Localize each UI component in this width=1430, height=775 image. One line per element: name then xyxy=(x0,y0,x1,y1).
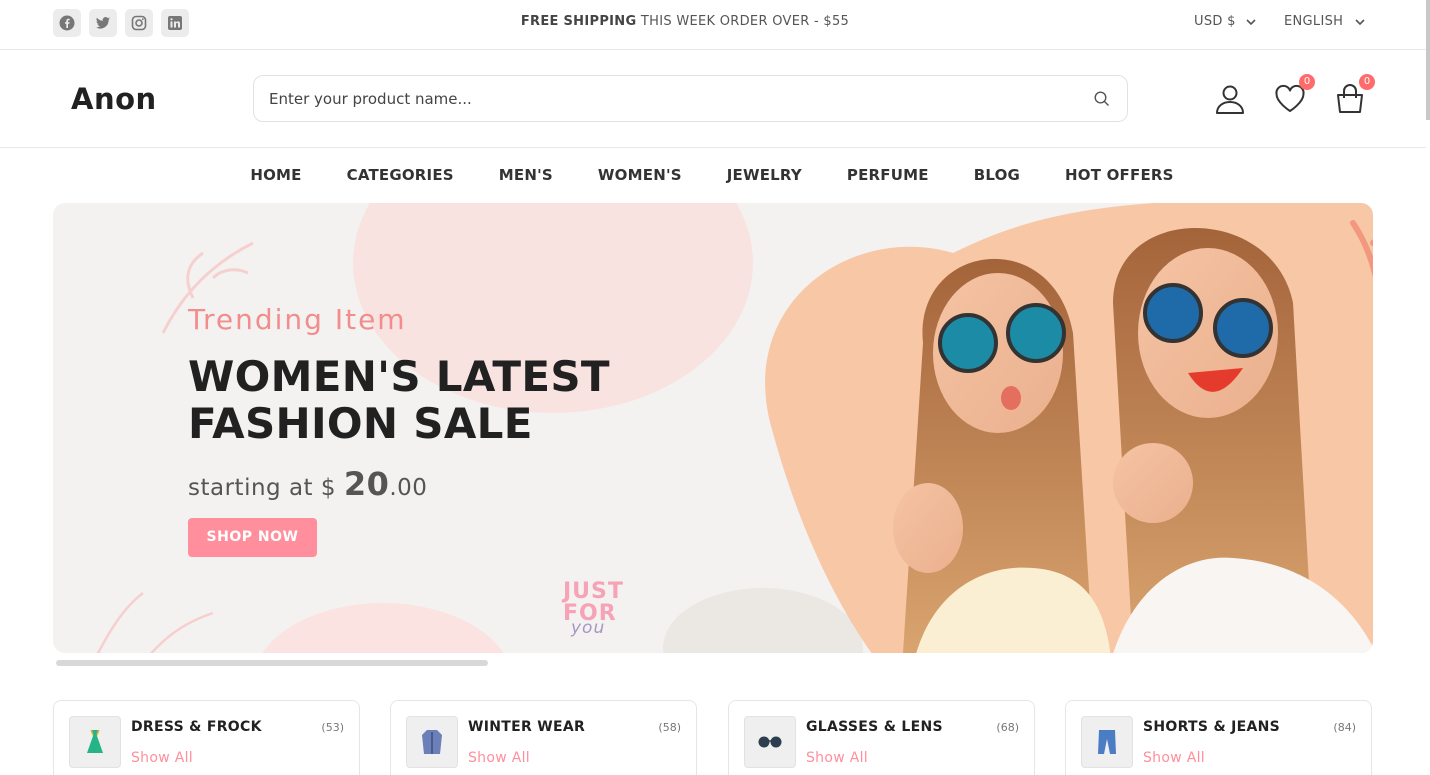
nav-hot-offers[interactable]: HOT OFFERS xyxy=(1065,148,1174,203)
badge-line: JUST xyxy=(563,579,624,604)
coat-icon xyxy=(406,716,458,768)
main-header: Anon 0 0 xyxy=(0,50,1426,148)
show-all-link[interactable]: Show All xyxy=(468,750,530,766)
category-count: (53) xyxy=(321,721,344,734)
wishlist-button[interactable]: 0 xyxy=(1273,74,1315,116)
category-card[interactable]: SHORTS & JEANS (84) Show All xyxy=(1065,700,1372,775)
category-count: (68) xyxy=(996,721,1019,734)
cart-button[interactable]: 0 xyxy=(1333,74,1375,116)
banner-title: WOMEN'S LATEST FASHION SALE xyxy=(188,352,610,448)
show-all-link[interactable]: Show All xyxy=(131,750,193,766)
shipping-promo: FREE SHIPPING THIS WEEK ORDER OVER - $55 xyxy=(0,14,1370,29)
currency-select[interactable]: USD $ xyxy=(1194,14,1256,29)
nav-blog[interactable]: BLOG xyxy=(974,148,1020,203)
just-for-you-badge: JUST FOR you xyxy=(563,581,624,639)
hero-banner: Trending Item WOMEN'S LATEST FASHION SAL… xyxy=(53,203,1373,653)
category-card[interactable]: WINTER WEAR (58) Show All xyxy=(390,700,697,775)
category-name: WINTER WEAR xyxy=(468,719,586,735)
dress-icon xyxy=(69,716,121,768)
category-name: DRESS & FROCK xyxy=(131,719,262,735)
nav-home[interactable]: HOME xyxy=(250,148,301,203)
nav-perfume[interactable]: PERFUME xyxy=(847,148,929,203)
hero-image xyxy=(765,203,1373,653)
chevron-down-icon xyxy=(1246,18,1256,25)
language-select[interactable]: ENGLISH xyxy=(1284,14,1365,29)
nav-categories[interactable]: CATEGORIES xyxy=(347,148,454,203)
currency-value: USD $ xyxy=(1194,14,1236,29)
nav-jewelry[interactable]: JEWELRY xyxy=(727,148,802,203)
show-all-link[interactable]: Show All xyxy=(806,750,868,766)
price-cents: .00 xyxy=(389,475,428,501)
banner-subtitle: Trending Item xyxy=(188,303,407,336)
price-whole: 20 xyxy=(343,465,390,503)
category-name: GLASSES & LENS xyxy=(806,719,943,735)
leaf-decoration xyxy=(96,592,214,653)
promo-text: THIS WEEK ORDER OVER - $55 xyxy=(636,14,850,29)
banner-price: starting at $ 20.00 xyxy=(188,465,427,503)
top-bar: FREE SHIPPING THIS WEEK ORDER OVER - $55… xyxy=(0,0,1426,50)
category-count: (58) xyxy=(658,721,681,734)
language-value: ENGLISH xyxy=(1284,14,1344,29)
search-input[interactable] xyxy=(254,76,1034,121)
wishlist-count-badge: 0 xyxy=(1299,74,1315,90)
slider-scrollbar[interactable] xyxy=(56,660,488,666)
cart-count-badge: 0 xyxy=(1359,74,1375,90)
nav-mens[interactable]: MEN'S xyxy=(499,148,553,203)
promo-bold: FREE SHIPPING xyxy=(520,14,637,29)
category-card[interactable]: GLASSES & LENS (68) Show All xyxy=(728,700,1035,775)
main-nav: HOME CATEGORIES MEN'S WOMEN'S JEWELRY PE… xyxy=(0,148,1426,203)
jeans-icon xyxy=(1081,716,1133,768)
decorative-blob xyxy=(253,603,513,653)
category-card[interactable]: DRESS & FROCK (53) Show All xyxy=(53,700,360,775)
category-count: (84) xyxy=(1333,721,1356,734)
nav-womens[interactable]: WOMEN'S xyxy=(598,148,682,203)
chevron-down-icon xyxy=(1355,18,1365,25)
price-prefix: starting at $ xyxy=(188,475,344,501)
page-scrollbar[interactable] xyxy=(1426,0,1430,120)
shop-now-button[interactable]: SHOP NOW xyxy=(188,518,317,557)
site-logo[interactable]: Anon xyxy=(71,82,157,116)
search-box xyxy=(253,75,1128,122)
show-all-link[interactable]: Show All xyxy=(1143,750,1205,766)
category-name: SHORTS & JEANS xyxy=(1143,719,1281,735)
account-icon[interactable] xyxy=(1213,82,1247,116)
search-icon[interactable] xyxy=(1093,90,1111,108)
glasses-icon xyxy=(744,716,796,768)
